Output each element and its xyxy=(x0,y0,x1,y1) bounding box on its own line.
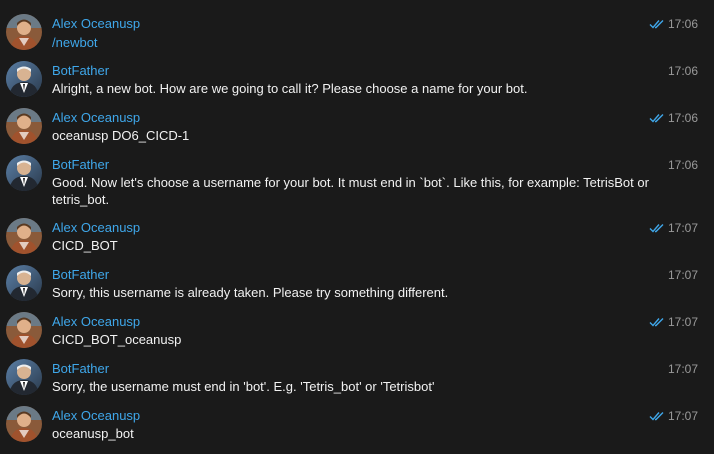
message-text: Sorry, this username is already taken. P… xyxy=(52,285,449,300)
message-meta: 17:06 xyxy=(668,157,698,173)
bot-command-link[interactable]: /newbot xyxy=(52,34,652,51)
message-item[interactable]: BotFather Alright, a new bot. How are we… xyxy=(0,61,714,101)
message-text: Alright, a new bot. How are we going to … xyxy=(52,81,528,96)
message-time: 17:07 xyxy=(667,409,698,423)
message-item[interactable]: BotFather Good. Now let's choose a usern… xyxy=(0,155,714,211)
message-item[interactable]: BotFather Sorry, the username must end i… xyxy=(0,359,714,399)
sender-name[interactable]: BotFather xyxy=(52,157,109,173)
sender-name[interactable]: Alex Oceanusp xyxy=(52,110,140,126)
message-time: 17:07 xyxy=(667,315,698,329)
message-text: CICD_BOT_oceanusp xyxy=(52,332,182,347)
message-meta: 17:07 xyxy=(649,314,698,330)
botfather-avatar[interactable] xyxy=(6,61,42,97)
user-avatar[interactable] xyxy=(6,406,42,442)
user-avatar[interactable] xyxy=(6,108,42,144)
user-avatar[interactable] xyxy=(6,14,42,50)
message-item[interactable]: Alex Oceanusp oceanusp DO6_CICD-1 17:06 xyxy=(0,108,714,148)
message-item[interactable]: Alex Oceanusp oceanusp_bot 17:07 xyxy=(0,406,714,446)
sender-name[interactable]: BotFather xyxy=(52,267,109,283)
sender-name[interactable]: Alex Oceanusp xyxy=(52,314,140,330)
sender-name[interactable]: Alex Oceanusp xyxy=(52,16,140,32)
message-meta: 17:07 xyxy=(649,408,698,424)
sender-name[interactable]: BotFather xyxy=(52,361,109,377)
message-meta: 17:07 xyxy=(649,220,698,236)
user-avatar[interactable] xyxy=(6,312,42,348)
message-time: 17:07 xyxy=(667,221,698,235)
message-time: 17:06 xyxy=(667,158,698,172)
message-text: Sorry, the username must end in 'bot'. E… xyxy=(52,379,435,394)
message-text: oceanusp DO6_CICD-1 xyxy=(52,128,190,143)
sender-name[interactable]: BotFather xyxy=(52,63,109,79)
message-text: oceanusp_bot xyxy=(52,426,134,441)
message-meta: 17:07 xyxy=(668,361,698,377)
message-item[interactable]: BotFather Sorry, this username is alread… xyxy=(0,265,714,305)
user-avatar[interactable] xyxy=(6,218,42,254)
message-item[interactable]: Alex Oceanusp /newbot 17:06 xyxy=(0,14,714,54)
previous-message-fragment xyxy=(52,0,262,3)
message-meta: 17:06 xyxy=(649,110,698,126)
sender-name[interactable]: Alex Oceanusp xyxy=(52,220,140,236)
double-check-icon xyxy=(649,412,664,421)
botfather-avatar[interactable] xyxy=(6,265,42,301)
double-check-icon xyxy=(649,20,664,29)
double-check-icon xyxy=(649,224,664,233)
message-time: 17:07 xyxy=(667,362,698,376)
message-meta: 17:06 xyxy=(649,16,698,32)
message-meta: 17:06 xyxy=(668,63,698,79)
sender-name[interactable]: Alex Oceanusp xyxy=(52,408,140,424)
chat-history[interactable]: Alex Oceanusp /newbot 17:06 BotFather Al… xyxy=(0,0,714,454)
message-time: 17:06 xyxy=(667,17,698,31)
botfather-avatar[interactable] xyxy=(6,155,42,191)
message-text: Good. Now let's choose a username for yo… xyxy=(52,175,649,207)
message-text: CICD_BOT xyxy=(52,238,118,253)
double-check-icon xyxy=(649,318,664,327)
message-item[interactable]: Alex Oceanusp CICD_BOT_oceanusp 17:07 xyxy=(0,312,714,352)
message-meta: 17:07 xyxy=(668,267,698,283)
botfather-avatar[interactable] xyxy=(6,359,42,395)
message-time: 17:07 xyxy=(667,268,698,282)
message-time: 17:06 xyxy=(667,64,698,78)
message-item[interactable]: Alex Oceanusp CICD_BOT 17:07 xyxy=(0,218,714,258)
double-check-icon xyxy=(649,114,664,123)
message-time: 17:06 xyxy=(667,111,698,125)
